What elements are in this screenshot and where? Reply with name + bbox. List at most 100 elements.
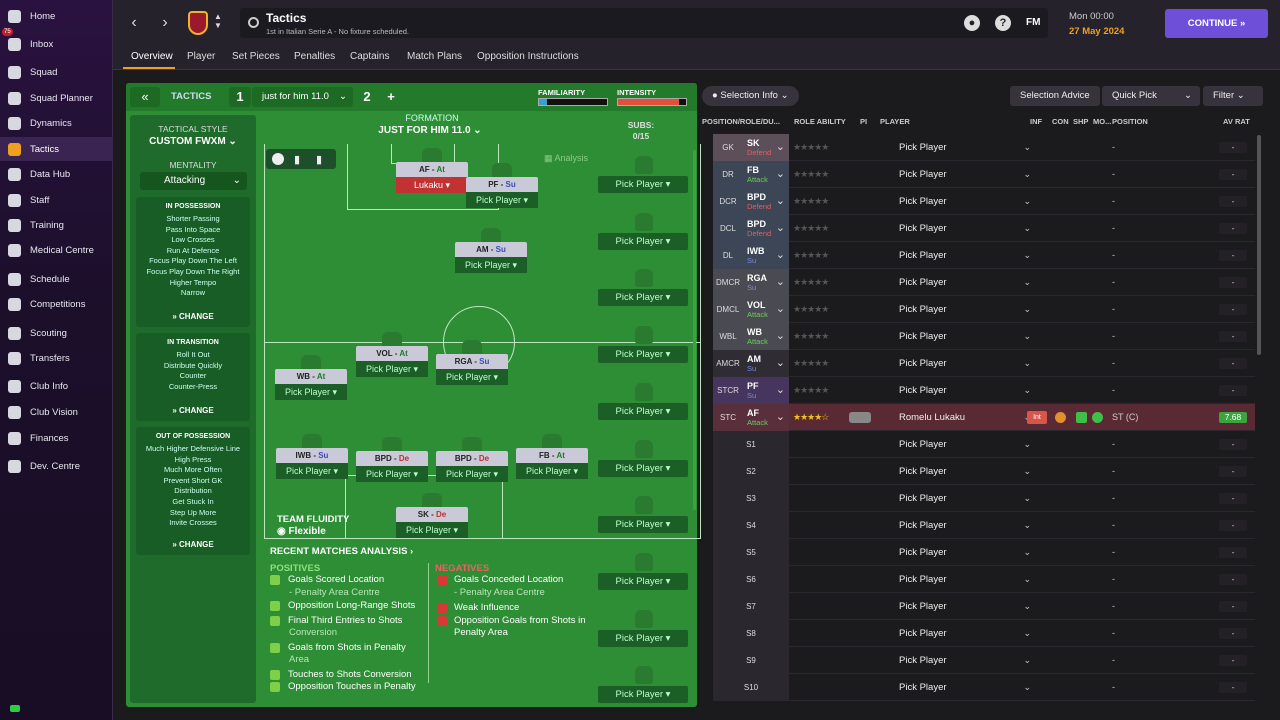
pick-player-dropdown[interactable]: Pick Player ▾ — [516, 463, 588, 479]
tab-captains[interactable]: Captains — [350, 51, 389, 62]
player-dropdown[interactable]: Pick Player ⌄ — [899, 566, 1035, 593]
forward-arrow-button[interactable]: › — [155, 13, 175, 33]
player-dropdown[interactable]: Pick Player ⌄ — [899, 215, 1035, 242]
player-dropdown[interactable]: Pick Player ⌄ — [899, 593, 1035, 620]
role-tag[interactable]: FB - At — [516, 448, 588, 463]
pick-player-dropdown[interactable]: Lukaku ▾ — [396, 177, 468, 193]
col-shp[interactable]: SHP — [1073, 117, 1088, 126]
player-slot-vol[interactable]: VOL - At Pick Player ▾ — [356, 332, 428, 377]
player-dropdown[interactable]: Pick Player ⌄ — [899, 539, 1035, 566]
pitch-scrollbar[interactable] — [693, 150, 696, 510]
selection-row[interactable]: DMCL VOL Attack ⌄ ★★★★★ Pick Player ⌄ - - — [713, 296, 1255, 323]
selection-row[interactable]: DCR BPD Defend ⌄ ★★★★★ Pick Player ⌄ - - — [713, 188, 1255, 215]
role-dropdown[interactable]: VOL Attack ⌄ — [743, 296, 789, 323]
nav-item-inbox[interactable]: 75 Inbox — [0, 28, 113, 56]
nav-item-data-hub[interactable]: Data Hub — [0, 162, 113, 186]
pick-player-dropdown[interactable]: Pick Player ▾ — [466, 192, 538, 208]
pick-player-dropdown[interactable]: Pick Player ▾ — [396, 522, 468, 538]
nav-item-tactics[interactable]: Tactics — [0, 137, 113, 161]
selection-advice-button[interactable]: Selection Advice — [1010, 86, 1100, 106]
selection-row[interactable]: S6 Pick Player ⌄ - - — [713, 566, 1255, 593]
role-tag[interactable]: AF - At — [396, 162, 468, 177]
player-dropdown[interactable]: Pick Player ⌄ — [899, 647, 1035, 674]
manager-icon[interactable]: ● — [964, 15, 980, 31]
nav-item-finances[interactable]: Finances — [0, 426, 113, 450]
selection-row[interactable]: DMCR RGA Su ⌄ ★★★★★ Pick Player ⌄ - - — [713, 269, 1255, 296]
selection-row[interactable]: DCL BPD Defend ⌄ ★★★★★ Pick Player ⌄ - - — [713, 215, 1255, 242]
player-dropdown[interactable]: Pick Player ⌄ — [899, 674, 1035, 701]
tab-player[interactable]: Player — [187, 51, 215, 62]
player-slot-fb[interactable]: FB - At Pick Player ▾ — [516, 434, 588, 479]
quick-pick-button[interactable]: Quick Pick ⌄ — [1102, 86, 1200, 106]
role-dropdown[interactable]: SK Defend ⌄ — [743, 134, 789, 161]
tab-opposition-instructions[interactable]: Opposition Instructions — [477, 51, 579, 62]
col-inf[interactable]: INF — [1030, 117, 1042, 126]
selection-row[interactable]: STCR PF Su ⌄ ★★★★★ Pick Player ⌄ - - — [713, 377, 1255, 404]
selection-row[interactable]: STCAFAttack⌄★★★★☆Romelu Lukaku⌄IntST (C)… — [713, 404, 1255, 431]
player-slot-am[interactable]: AM - Su Pick Player ▾ — [455, 228, 527, 273]
player-slot-sk[interactable]: SK - De Pick Player ▾ — [396, 493, 468, 538]
player-dropdown[interactable]: Pick Player ⌄ — [899, 512, 1035, 539]
selection-row[interactable]: S8 Pick Player ⌄ - - — [713, 620, 1255, 647]
col-position[interactable]: POSITION/ROLE/DU... — [702, 117, 780, 126]
role-tag[interactable]: RGA - Su — [436, 354, 508, 369]
role-dropdown[interactable]: IWB Su ⌄ — [743, 242, 789, 269]
player-dropdown[interactable]: Pick Player ⌄ — [899, 485, 1035, 512]
selection-row[interactable]: S3 Pick Player ⌄ - - — [713, 485, 1255, 512]
player-dropdown[interactable]: Pick Player ⌄ — [899, 620, 1035, 647]
role-tag[interactable]: SK - De — [396, 507, 468, 522]
selection-row[interactable]: GK SK Defend ⌄ ★★★★★ Pick Player ⌄ - - — [713, 134, 1255, 161]
role-dropdown[interactable]: RGA Su ⌄ — [743, 269, 789, 296]
col-role-ability[interactable]: ROLE ABILITY — [794, 117, 846, 126]
player-dropdown[interactable]: Pick Player ⌄ — [899, 269, 1035, 296]
pick-player-dropdown[interactable]: Pick Player ▾ — [356, 466, 428, 482]
pick-player-dropdown[interactable]: Pick Player ▾ — [436, 369, 508, 385]
sub-pick-player-dropdown[interactable]: Pick Player ▾ — [598, 289, 688, 307]
sub-pick-player-dropdown[interactable]: Pick Player ▾ — [598, 402, 688, 420]
role-dropdown[interactable]: BPD Defend ⌄ — [743, 215, 789, 242]
role-dropdown[interactable]: PF Su ⌄ — [743, 377, 789, 404]
selection-info-dropdown[interactable]: ● Selection Info ⌄ — [702, 86, 799, 106]
selection-row[interactable]: S4 Pick Player ⌄ - - — [713, 512, 1255, 539]
recent-matches-link[interactable]: RECENT MATCHES ANALYSIS › — [270, 546, 413, 557]
player-slot-bpd[interactable]: BPD - De Pick Player ▾ — [436, 437, 508, 482]
selection-row[interactable]: S7 Pick Player ⌄ - - — [713, 593, 1255, 620]
club-switch-icon[interactable]: ▲ ▼ — [214, 12, 222, 30]
selection-row[interactable]: S2 Pick Player ⌄ - - — [713, 458, 1255, 485]
in-possession-change-button[interactable]: » CHANGE — [136, 312, 250, 321]
selection-scrollbar[interactable] — [1257, 135, 1261, 355]
formation-name-dropdown[interactable]: JUST FOR HIM 11.0 ⌄ — [370, 125, 490, 136]
selection-row[interactable]: S10 Pick Player ⌄ - - — [713, 674, 1255, 701]
col-con[interactable]: CON — [1052, 117, 1069, 126]
tab-penalties[interactable]: Penalties — [294, 51, 335, 62]
selection-row[interactable]: S1 Pick Player ⌄ - - — [713, 431, 1255, 458]
nav-item-competitions[interactable]: Competitions — [0, 292, 113, 316]
player-dropdown[interactable]: Pick Player ⌄ — [899, 188, 1035, 215]
continue-button[interactable]: CONTINUE » — [1165, 9, 1268, 38]
sub-pick-player-dropdown[interactable]: Pick Player ▾ — [598, 516, 688, 534]
familiarity-bar[interactable] — [538, 98, 608, 106]
add-tactic-button[interactable]: + — [380, 87, 402, 107]
fm-menu-button[interactable]: FM — [1026, 17, 1040, 28]
nav-item-club-info[interactable]: Club Info — [0, 374, 113, 398]
nav-item-squad-planner[interactable]: Squad Planner — [0, 86, 113, 110]
col-av-rat[interactable]: AV RAT — [1223, 117, 1250, 126]
tab-set-pieces[interactable]: Set Pieces — [232, 51, 280, 62]
pick-player-dropdown[interactable]: Pick Player ▾ — [275, 384, 347, 400]
player-dropdown[interactable]: Pick Player ⌄ — [899, 242, 1035, 269]
tactic-slot-1[interactable]: 1 — [229, 87, 251, 107]
pick-player-dropdown[interactable]: Pick Player ▾ — [356, 361, 428, 377]
club-crest-icon[interactable] — [188, 11, 208, 35]
nav-item-home[interactable]: Home — [0, 4, 113, 28]
back-arrow-button[interactable]: ‹ — [124, 13, 144, 33]
filter-dropdown[interactable]: Filter ⌄ — [1203, 86, 1263, 106]
role-dropdown[interactable]: WB Attack ⌄ — [743, 323, 789, 350]
help-icon[interactable]: ? — [995, 15, 1011, 31]
nav-item-schedule[interactable]: Schedule — [0, 267, 113, 291]
intensity-bar[interactable] — [617, 98, 687, 106]
role-tag[interactable]: IWB - Su — [276, 448, 348, 463]
nav-item-club-vision[interactable]: Club Vision — [0, 400, 113, 424]
selection-row[interactable]: DR FB Attack ⌄ ★★★★★ Pick Player ⌄ - - — [713, 161, 1255, 188]
player-dropdown[interactable]: Pick Player ⌄ — [899, 161, 1035, 188]
role-tag[interactable]: PF - Su — [466, 177, 538, 192]
